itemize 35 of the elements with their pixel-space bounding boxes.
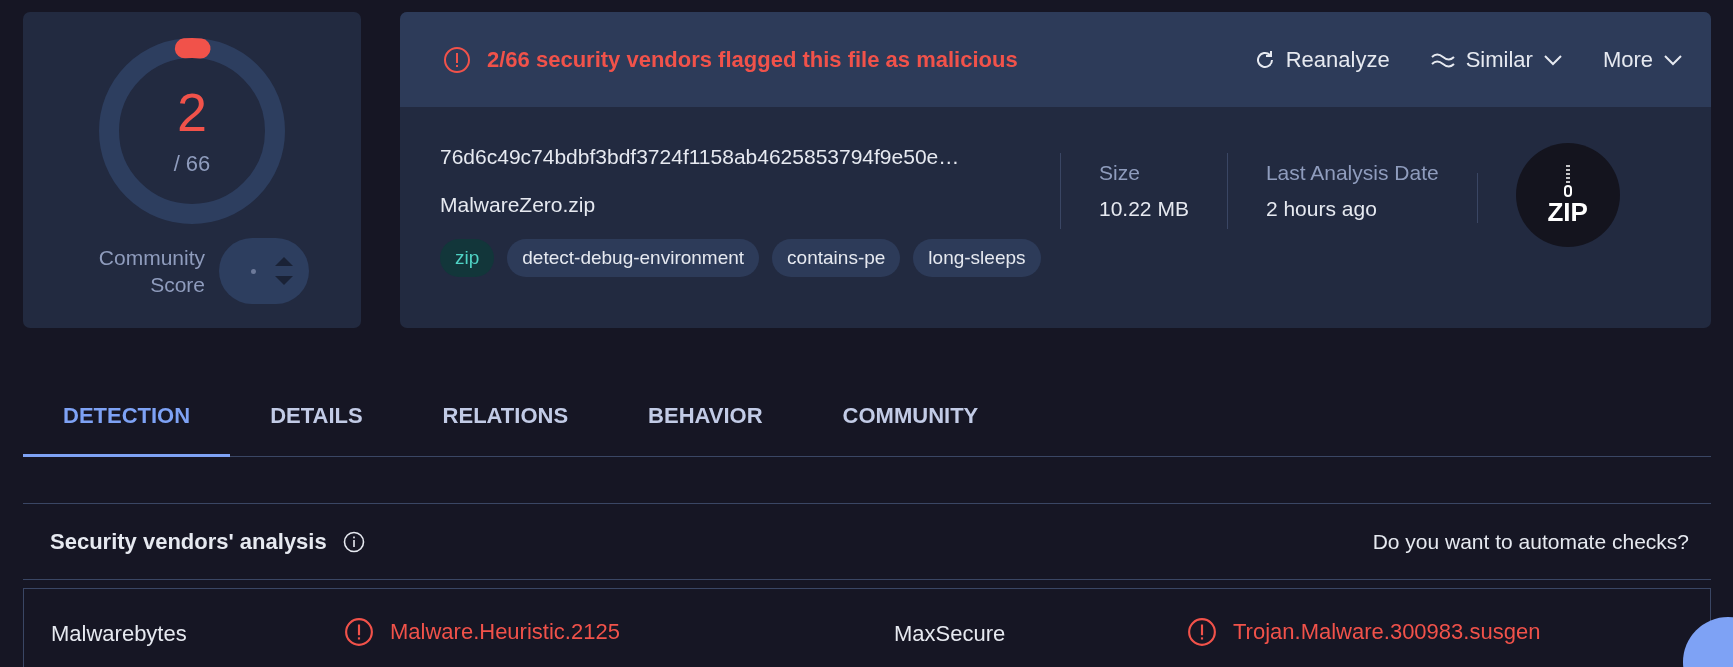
file-hash: 76d6c49c74bdbf3bdf3724f1158ab4625853794f9e50e… (440, 145, 961, 169)
reanalyze-button[interactable]: Reanalyze (1253, 46, 1390, 73)
file-type-badge: ZIP (1515, 143, 1620, 247)
alert-icon (443, 45, 471, 74)
alert-message: 2/66 security vendors flagged this file as malicious (487, 46, 1018, 73)
detection-result: Trojan.Malware.300983.susgen (1233, 619, 1541, 645)
detection-count: 2 (176, 85, 207, 139)
zipper-icon (1561, 165, 1574, 199)
stat-value: 10.22 MB (1099, 197, 1189, 221)
chevron-down-icon (1663, 53, 1683, 66)
tab[interactable]: DETECTION (23, 383, 231, 457)
tab[interactable]: BEHAVIOR (608, 383, 803, 457)
tag[interactable]: zip (440, 239, 495, 277)
file-name: MalwareZero.zip (440, 193, 597, 217)
stat-label: Last Analysis Date (1265, 161, 1439, 185)
community-score-label: Community Score (97, 244, 205, 298)
tag[interactable]: detect-debug-environment (507, 239, 760, 277)
vendor-name: Malwarebytes (51, 620, 188, 647)
tab[interactable]: RELATIONS (402, 383, 609, 457)
vendor-name: MaxSecure (894, 620, 1007, 647)
stat-value: 2 hours ago (1265, 197, 1378, 221)
section-title: Security vendors' analysis (50, 528, 327, 555)
vendor-total: / 66 (173, 151, 211, 177)
tab[interactable]: COMMUNITY (802, 383, 1019, 457)
stat-label: Size (1099, 161, 1141, 185)
automate-link[interactable]: Do you want to automate checks? (1372, 529, 1689, 554)
chevron-down-icon (1542, 53, 1563, 66)
tag[interactable]: long-sleeps (913, 239, 1041, 277)
gauge-fill (174, 38, 211, 59)
detection-result: Malware.Heuristic.2125 (390, 619, 620, 645)
similar-dropdown[interactable]: Similar (1429, 46, 1563, 73)
info-icon[interactable] (342, 530, 365, 553)
more-dropdown[interactable]: More (1602, 46, 1683, 73)
tag[interactable]: contains-pe (772, 239, 901, 277)
tab[interactable]: DETAILS (230, 383, 403, 457)
